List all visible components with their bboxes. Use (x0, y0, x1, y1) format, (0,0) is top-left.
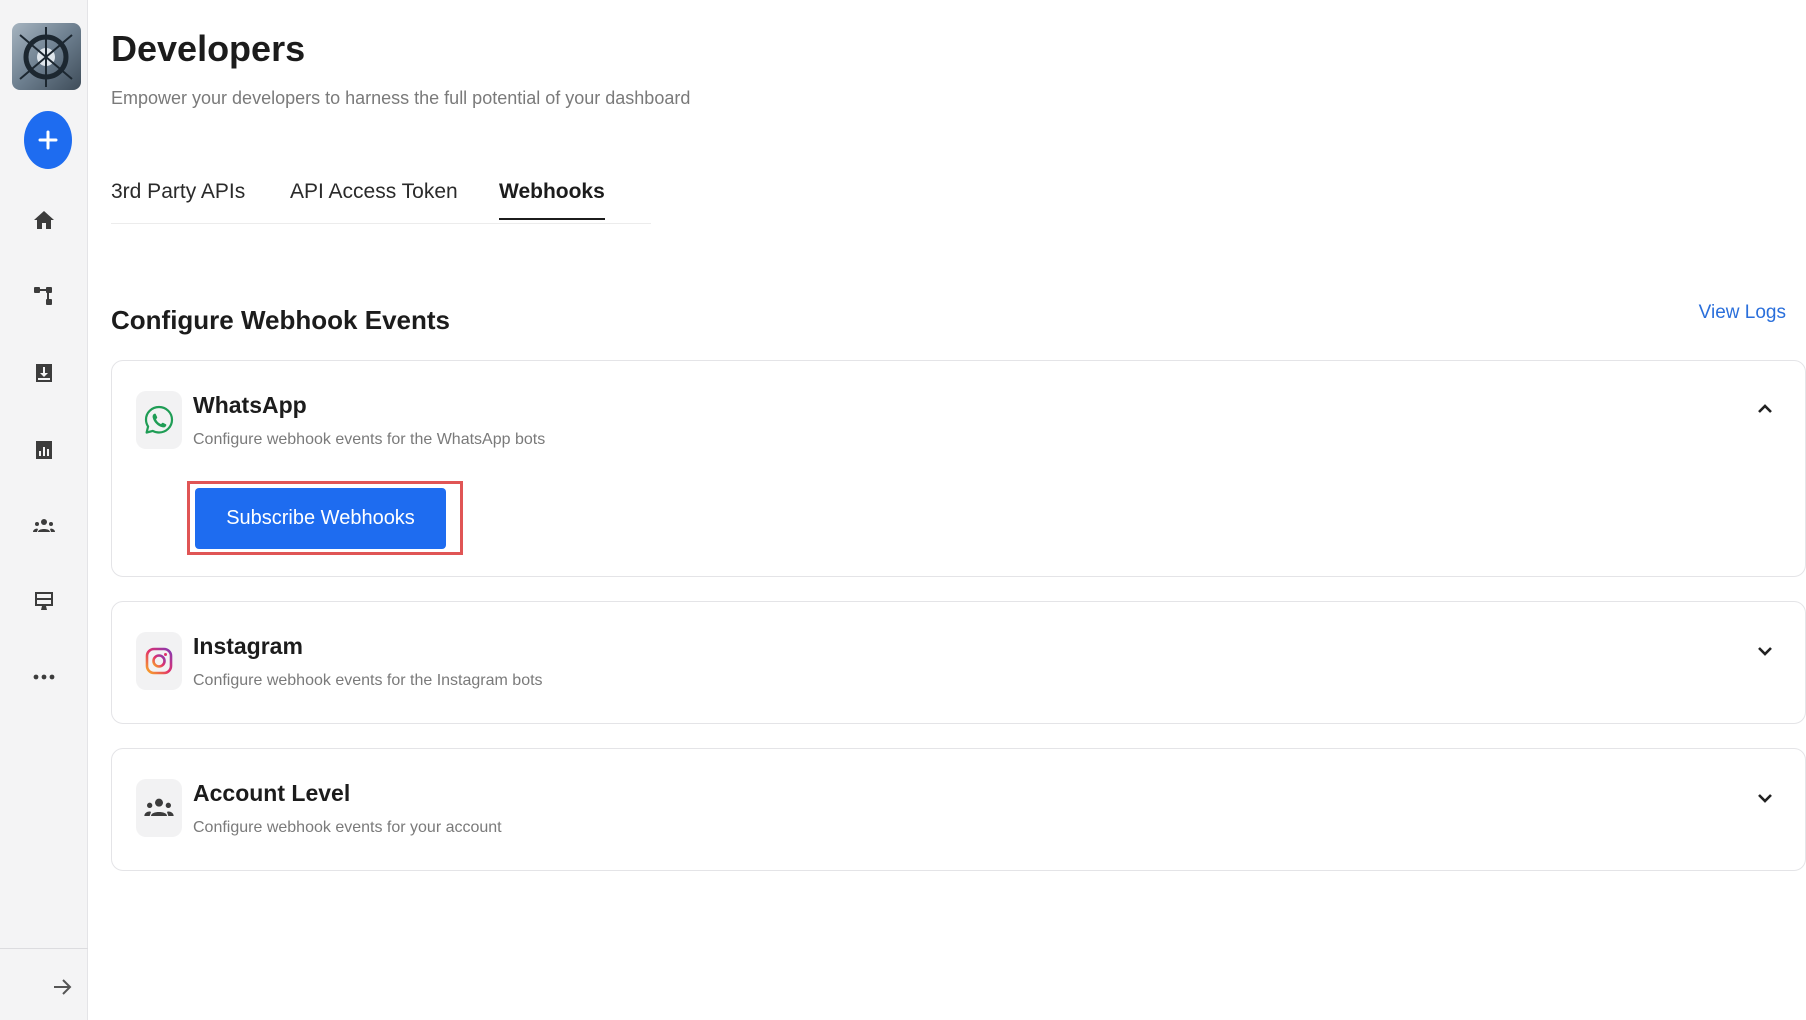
collapse-sidebar-button[interactable] (46, 971, 78, 1003)
plus-icon (38, 130, 58, 150)
broadcast-icon[interactable] (28, 585, 60, 617)
add-button[interactable] (24, 111, 72, 169)
chevron-down-icon[interactable] (1753, 639, 1777, 663)
more-icon[interactable] (28, 661, 60, 693)
tab-webhooks[interactable]: Webhooks (499, 180, 605, 220)
home-icon[interactable] (28, 204, 60, 236)
flow-icon[interactable] (28, 280, 60, 312)
card-title: WhatsApp (193, 392, 307, 418)
card-description: Configure webhook events for the WhatsAp… (193, 431, 546, 448)
brand-logo[interactable] (12, 23, 81, 90)
whatsapp-icon (136, 391, 182, 449)
chevron-down-icon[interactable] (1753, 786, 1777, 810)
main-content: Developers Empower your developers to ha… (111, 0, 1806, 1020)
users-icon (136, 779, 182, 837)
card-description: Configure webhook events for the Instagr… (193, 672, 543, 689)
page-title: Developers (111, 28, 306, 69)
card-title: Instagram (193, 633, 303, 659)
whatsapp-card: WhatsApp Configure webhook events for th… (111, 360, 1806, 577)
app-root: Developers Empower your developers to ha… (0, 0, 1806, 1020)
tab-api-access-token[interactable]: API Access Token (290, 180, 458, 218)
analytics-icon[interactable] (28, 434, 60, 466)
sidebar (0, 0, 88, 1020)
inbox-icon[interactable] (28, 357, 60, 389)
instagram-card[interactable]: Instagram Configure webhook events for t… (111, 601, 1806, 724)
instagram-icon (136, 632, 182, 690)
page-subtitle: Empower your developers to harness the f… (111, 88, 691, 108)
arrow-right-icon (54, 979, 72, 995)
card-description: Configure webhook events for your accoun… (193, 819, 502, 836)
view-logs-link[interactable]: View Logs (1699, 302, 1786, 324)
card-title: Account Level (193, 780, 351, 806)
contacts-icon[interactable] (28, 510, 60, 542)
subscribe-webhooks-button[interactable]: Subscribe Webhooks (195, 488, 446, 549)
tab-3rd-party-apis[interactable]: 3rd Party APIs (111, 180, 245, 218)
tabs-bar: 3rd Party APIs API Access Token Webhooks (111, 176, 651, 224)
section-title: Configure Webhook Events (111, 305, 450, 335)
sidebar-divider (0, 948, 88, 949)
account-level-card[interactable]: Account Level Configure webhook events f… (111, 748, 1806, 871)
chevron-up-icon[interactable] (1753, 397, 1777, 421)
